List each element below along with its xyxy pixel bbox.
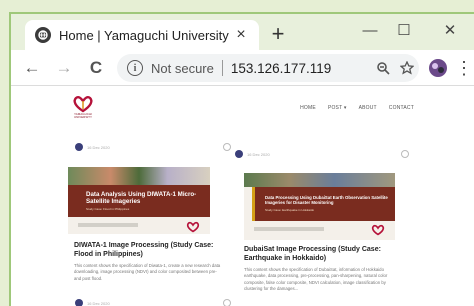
browser-window: Home | Yamaguchi University × + — ☐ ✕ ← … (9, 12, 474, 306)
reload-button[interactable]: C (83, 55, 109, 81)
url-text[interactable]: 153.126.177.119 (231, 61, 371, 76)
post-thumbnail-dubaisat[interactable]: Data Processing Using DubaiSat Earth Obs… (244, 173, 395, 240)
post-thumbnail-diwata[interactable]: Data Analysis Using DIWATA-1 Micro-Satel… (68, 167, 210, 234)
author-avatar[interactable] (75, 299, 83, 306)
address-bar[interactable]: i Not secure 153.126.177.119 (117, 54, 419, 82)
back-arrow-icon: ← (23, 58, 41, 77)
thumbnail-caption (78, 223, 138, 227)
info-icon[interactable]: i (127, 60, 143, 76)
thumbnail-logo-icon (186, 220, 200, 233)
banner-title: Data Processing Using DubaiSat Earth Obs… (265, 195, 388, 205)
post-meta-row-bottom: 16 Dec 2020 (75, 298, 110, 306)
post-excerpt: This content shows the specification of … (74, 263, 221, 281)
browser-toolbar: ← → C i Not secure 153.126.177.119 ⋮ (11, 50, 474, 86)
satellite-image-strip (68, 167, 210, 185)
post-meta-row: 16 Dec 2020 (75, 142, 110, 152)
nav-post[interactable]: POST ▾ (328, 105, 347, 111)
security-label: Not secure (151, 60, 214, 76)
tab-close-icon[interactable]: × (231, 25, 251, 45)
satellite-image-strip (244, 173, 395, 187)
minimize-button[interactable]: — (355, 18, 385, 42)
new-tab-button[interactable]: + (267, 23, 289, 45)
forward-arrow-icon: → (55, 58, 73, 77)
site-header: YAMAGUCHI UNIVERSITY HOME POST ▾ ABOUT C… (11, 87, 474, 125)
nav-contact[interactable]: CONTACT (389, 105, 414, 111)
post-date: 16 Dec 2020 (87, 144, 110, 150)
bookmark-star-icon[interactable] (395, 56, 419, 80)
forward-button[interactable]: → (51, 55, 77, 81)
logo-text: YAMAGUCHI UNIVERSITY (73, 112, 92, 120)
comment-icon[interactable] (223, 143, 231, 151)
back-button[interactable]: ← (19, 55, 45, 81)
banner-subtitle: Study Case: Earthquake in Hokkaido (265, 207, 315, 212)
window-close-button[interactable]: ✕ (435, 18, 465, 42)
site-logo[interactable]: YAMAGUCHI UNIVERSITY (67, 95, 99, 123)
thumbnail-caption (254, 227, 324, 231)
screen-background: Home | Yamaguchi University × + — ☐ ✕ ← … (0, 0, 474, 306)
thumbnail-logo-icon (371, 223, 385, 236)
browser-tab[interactable]: Home | Yamaguchi University × (25, 20, 259, 50)
author-avatar[interactable] (235, 150, 243, 158)
post-banner: Data Analysis Using DIWATA-1 Micro-Satel… (68, 185, 210, 217)
banner-subtitle: Study Case: Flood in Philippines (86, 207, 130, 212)
comment-icon[interactable] (223, 299, 231, 306)
banner-title: Data Analysis Using DIWATA-1 Micro-Satel… (86, 190, 197, 205)
post-meta-row: 16 Dec 2020 (235, 149, 270, 159)
university-logo-icon (73, 96, 93, 113)
site-favicon-icon (35, 27, 51, 43)
post-title[interactable]: DubaiSat Image Processing (Study Case: E… (244, 246, 404, 264)
site-nav-menu: HOME POST ▾ ABOUT CONTACT (300, 105, 414, 111)
profile-avatar-icon[interactable] (426, 56, 450, 80)
omnibox-divider (221, 60, 223, 76)
zoom-icon[interactable] (371, 56, 395, 80)
nav-about[interactable]: ABOUT (359, 105, 377, 111)
post-date-bottom: 16 Dec 2020 (87, 300, 110, 306)
post-banner: Data Processing Using DubaiSat Earth Obs… (252, 187, 395, 221)
post-excerpt: This content shows the specification of … (244, 267, 388, 292)
post-title[interactable]: DIWATA-1 Image Processing (Study Case: F… (74, 242, 224, 260)
author-avatar[interactable] (75, 143, 83, 151)
page-viewport: YAMAGUCHI UNIVERSITY HOME POST ▾ ABOUT C… (11, 87, 474, 306)
tab-title: Home | Yamaguchi University (59, 27, 229, 43)
reload-icon: C (89, 58, 103, 77)
tab-strip: Home | Yamaguchi University × + — ☐ ✕ (11, 14, 474, 50)
post-date: 16 Dec 2020 (247, 151, 270, 157)
browser-menu-icon[interactable]: ⋮ (452, 56, 474, 80)
maximize-button[interactable]: ☐ (389, 18, 419, 42)
nav-home[interactable]: HOME (300, 105, 316, 111)
comment-icon[interactable] (401, 150, 409, 158)
